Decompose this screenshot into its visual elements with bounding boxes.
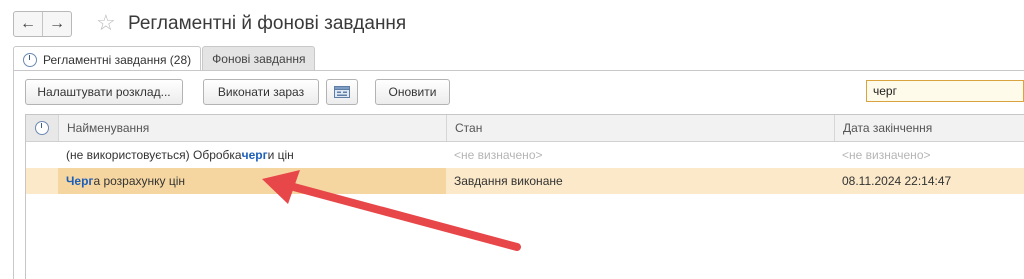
state-cell: Завдання виконане <box>454 174 563 188</box>
row-status <box>26 168 58 194</box>
state-cell: <не визначено> <box>454 148 543 162</box>
jobs-table: Найменування Стан Дата закінчення (не ви… <box>25 114 1024 279</box>
name-cell: Черг а розрахунку цін <box>58 168 446 194</box>
navigation-buttons: ← → <box>13 11 72 37</box>
configure-schedule-button[interactable]: Налаштувати розклад... <box>25 79 183 105</box>
table-row-selected[interactable]: Черг а розрахунку цін Завдання виконане 0… <box>26 168 1024 194</box>
name-text: (не використовується) Обробка <box>66 148 242 162</box>
name-text: и цін <box>267 148 294 162</box>
run-now-button[interactable]: Виконати зараз <box>203 79 319 105</box>
table-header: Найменування Стан Дата закінчення <box>26 115 1024 142</box>
table-row[interactable]: (не використовується) Обробка черг и цін … <box>26 142 1024 169</box>
arrow-left-icon: ← <box>20 15 36 32</box>
page-title: Регламентні й фонові завдання <box>128 13 407 34</box>
column-header-state[interactable]: Стан <box>446 115 834 141</box>
forward-button[interactable]: → <box>42 12 71 36</box>
tab-bar: Регламентні завдання (28) Фонові завданн… <box>13 46 316 72</box>
arrow-right-icon: → <box>49 15 65 32</box>
column-header-end-date[interactable]: Дата закінчення <box>834 115 1024 141</box>
tab-label: Регламентні завдання (28) <box>43 52 192 67</box>
clock-icon <box>35 121 49 135</box>
search-match: Черг <box>66 174 94 188</box>
tab-label: Фонові завдання <box>212 52 306 66</box>
tab-background-jobs[interactable]: Фонові завдання <box>202 46 316 71</box>
clock-icon <box>23 52 37 67</box>
status-column-header[interactable] <box>26 115 58 141</box>
title-bar: ← → ☆ Регламентні й фонові завдання <box>0 0 1024 44</box>
column-header-name[interactable]: Найменування <box>58 115 446 141</box>
name-cell: (не використовується) Обробка черг и цін <box>58 142 446 168</box>
end-date-cell: 08.11.2024 22:14:47 <box>842 174 952 188</box>
end-date-cell: <не визначено> <box>842 148 931 162</box>
search-input[interactable] <box>866 80 1024 102</box>
row-status <box>26 142 58 168</box>
search-match: черг <box>241 148 268 162</box>
back-button[interactable]: ← <box>14 12 42 36</box>
name-text: а розрахунку цін <box>93 174 186 188</box>
star-icon[interactable]: ☆ <box>96 12 116 34</box>
tab-scheduled-jobs[interactable]: Регламентні завдання (28) <box>13 46 202 72</box>
window-settings-button[interactable] <box>326 79 358 105</box>
window-settings-icon <box>334 86 350 98</box>
refresh-button[interactable]: Оновити <box>375 79 450 105</box>
